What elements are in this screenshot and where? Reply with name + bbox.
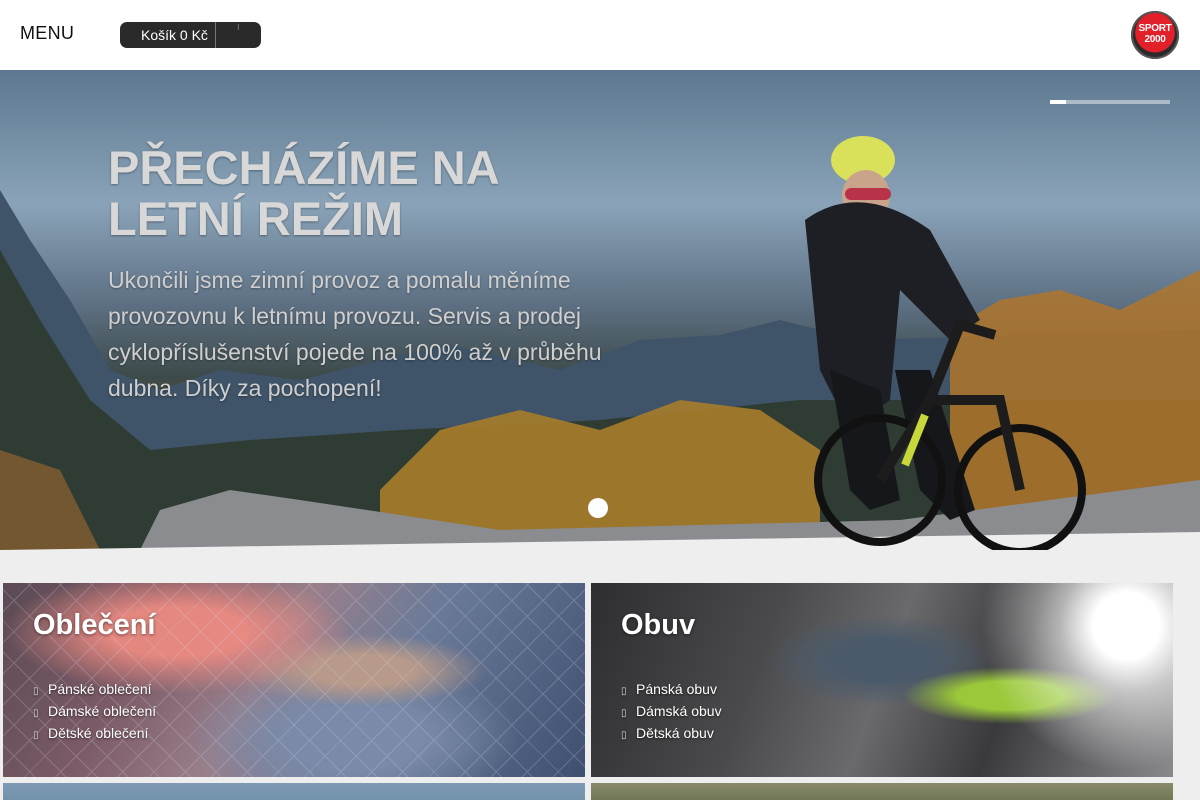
category-title[interactable]: Oblečení (33, 609, 156, 642)
link-label: Pánská obuv (636, 681, 717, 697)
hero-slider: PŘECHÁZÍME NA LETNÍ REŽIM Ukončili jsme … (0, 70, 1200, 550)
link-label: Dětské oblečení (48, 725, 149, 741)
category-title[interactable]: Obuv (621, 609, 695, 642)
bullet-icon: ▯ (621, 708, 627, 719)
category-tile-clothing[interactable]: Oblečení ▯ Pánské oblečení ▯ Dámské obleče… (3, 583, 585, 777)
hero-title: PŘECHÁZÍME NA LETNÍ REŽIM (108, 142, 628, 244)
menu-button[interactable]: MENU (20, 23, 74, 44)
logo-text-bottom: 2000 (1144, 34, 1166, 45)
logo-text-top: SPORT (1138, 23, 1172, 34)
hero-title-line-1: PŘECHÁZÍME NA (108, 141, 500, 194)
category-link-kids-shoes[interactable]: ▯ Dětská obuv (621, 725, 722, 747)
bullet-icon: ▯ (33, 686, 39, 697)
link-label: Dámská obuv (636, 703, 722, 719)
category-tile-footwear[interactable]: Obuv ▯ Pánská obuv ▯ Dámská obuv ▯ Dětská o… (591, 583, 1173, 777)
slider-dot-1[interactable] (588, 498, 608, 518)
cart-label: Košík 0 Kč (141, 27, 208, 43)
slide-progress-fill (1050, 100, 1066, 104)
cart-dropdown-toggle[interactable]: ⁝ (216, 22, 261, 48)
category-link-mens-shoes[interactable]: ▯ Pánská obuv (621, 681, 722, 703)
bullet-icon: ▯ (33, 730, 39, 741)
category-link-kids-clothing[interactable]: ▯ Dětské oblečení (33, 725, 156, 747)
cart-button[interactable]: Košík 0 Kč ⁝ (120, 22, 261, 48)
hero-description: Ukončili jsme zimní provoz a pomalu mění… (108, 267, 602, 401)
slide-progress-bar (1050, 100, 1170, 104)
link-label: Dětská obuv (636, 725, 714, 741)
category-tile-next-2[interactable] (591, 783, 1173, 800)
hero-title-line-2: LETNÍ REŽIM (108, 192, 404, 245)
category-links: ▯ Pánská obuv ▯ Dámská obuv ▯ Dětská obuv (621, 681, 722, 747)
category-link-womens-shoes[interactable]: ▯ Dámská obuv (621, 703, 722, 725)
bullet-icon: ▯ (33, 708, 39, 719)
link-label: Pánské oblečení (48, 681, 152, 697)
category-link-womens-clothing[interactable]: ▯ Dámské oblečení (33, 703, 156, 725)
category-link-mens-clothing[interactable]: ▯ Pánské oblečení (33, 681, 156, 703)
sport2000-logo[interactable]: SPORT 2000 (1131, 11, 1179, 59)
link-label: Dámské oblečení (48, 703, 157, 719)
category-tile-next-1[interactable] (3, 783, 585, 800)
bullet-icon: ▯ (621, 686, 627, 697)
more-icon: ⁝ (237, 23, 240, 32)
site-header: MENU Košík 0 Kč ⁝ SPORT 2000 (0, 0, 1200, 70)
category-links: ▯ Pánské oblečení ▯ Dámské oblečení ▯ Dětsk… (33, 681, 156, 747)
bullet-icon: ▯ (621, 730, 627, 741)
